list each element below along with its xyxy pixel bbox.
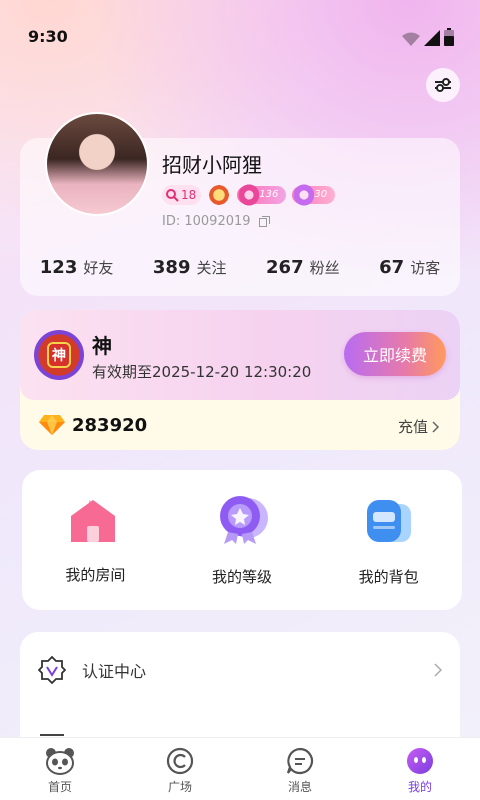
level-medal-icon — [219, 495, 268, 544]
stat-label: 关注 — [196, 259, 227, 277]
feature-my-backpack[interactable]: 我的背包 — [329, 494, 449, 587]
vip-expiry: 有效期至2025-12-20 12:30:20 — [92, 363, 312, 381]
stat-value: 267 — [266, 257, 304, 278]
verified-badge-icon — [38, 656, 66, 684]
recharge-label: 充值 — [397, 418, 428, 436]
feature-my-level[interactable]: 我的等级 — [182, 494, 302, 587]
search-badge-count: 18 — [181, 188, 197, 202]
crest-badge-icon — [207, 184, 232, 206]
backpack-icon — [366, 499, 411, 542]
tab-messages[interactable]: 消息 — [260, 738, 340, 800]
sliders-icon — [435, 78, 451, 92]
tab-label: 消息 — [287, 780, 312, 794]
copy-icon[interactable] — [258, 216, 270, 227]
tab-label: 首页 — [47, 780, 72, 794]
profile-icon — [407, 748, 433, 774]
user-id: ID: 10092019 — [162, 214, 270, 229]
magnifier-icon — [166, 189, 179, 202]
menu-item-verification[interactable]: 认证中心 — [38, 654, 442, 686]
tab-square[interactable]: 广场 — [140, 738, 220, 800]
avatar[interactable] — [45, 112, 149, 216]
chevron-right-icon — [432, 420, 440, 433]
status-time: 9:30 — [28, 27, 68, 46]
features-card: 我的房间 我的等级 我的背包 — [22, 470, 462, 610]
status-bar: 9:30 — [0, 0, 480, 70]
bottom-tab-bar: 首页 广场 消息 我的 — [0, 737, 480, 800]
feature-label: 我的背包 — [358, 567, 419, 586]
stat-value: 123 — [39, 257, 78, 278]
stat-value: 389 — [152, 257, 191, 278]
tab-label: 广场 — [167, 780, 192, 794]
tab-home[interactable]: 首页 — [20, 738, 100, 800]
stat-label: 好友 — [83, 259, 114, 277]
panda-icon — [46, 748, 74, 775]
feature-my-room[interactable]: 我的房间 — [35, 496, 155, 585]
tab-me[interactable]: 我的 — [380, 738, 460, 800]
balance-row: 283920 — [38, 414, 147, 436]
chevron-right-icon — [434, 663, 442, 677]
menu-item-label: 认证中心 — [82, 662, 147, 681]
diamond-balance: 283920 — [72, 414, 148, 436]
signal-icon — [424, 30, 440, 46]
square-icon — [166, 747, 194, 775]
user-badges: 18 136 30 — [162, 184, 336, 206]
stat-value: 67 — [379, 257, 405, 278]
user-id-text: ID: 10092019 — [162, 214, 251, 229]
stat-fans[interactable]: 267 粉丝 — [266, 257, 340, 278]
stat-visitors[interactable]: 67 访客 — [379, 257, 440, 278]
search-badge: 18 — [162, 185, 202, 205]
stat-label: 访客 — [410, 259, 441, 277]
status-icons — [402, 28, 454, 46]
feature-label: 我的房间 — [65, 565, 126, 584]
level-badge: 136 — [237, 184, 287, 206]
settings-button[interactable] — [426, 68, 460, 102]
vip-emblem-icon: 神 — [34, 330, 84, 380]
stats-row: 123 好友 389 关注 267 粉丝 67 访客 — [20, 257, 460, 278]
tab-label: 我的 — [407, 780, 432, 794]
wifi-icon — [402, 32, 420, 46]
vip-level: 神 — [92, 334, 112, 358]
vip-emblem-text: 神 — [47, 342, 71, 368]
renew-button[interactable]: 立即续费 — [344, 332, 446, 376]
vip-card: 神 神 有效期至2025-12-20 12:30:20 立即续费 283920 … — [20, 310, 460, 450]
stat-following[interactable]: 389 关注 — [153, 257, 227, 278]
recharge-link[interactable]: 充值 — [398, 416, 440, 437]
diamond-icon — [39, 415, 65, 435]
battery-icon — [444, 28, 454, 46]
feature-label: 我的等级 — [211, 567, 272, 586]
stat-label: 粉丝 — [309, 259, 340, 277]
house-icon — [71, 499, 116, 542]
message-icon — [286, 747, 314, 775]
wealth-badge: 30 — [292, 184, 336, 206]
username: 招财小阿狸 — [162, 153, 262, 177]
stat-friends[interactable]: 123 好友 — [40, 257, 114, 278]
